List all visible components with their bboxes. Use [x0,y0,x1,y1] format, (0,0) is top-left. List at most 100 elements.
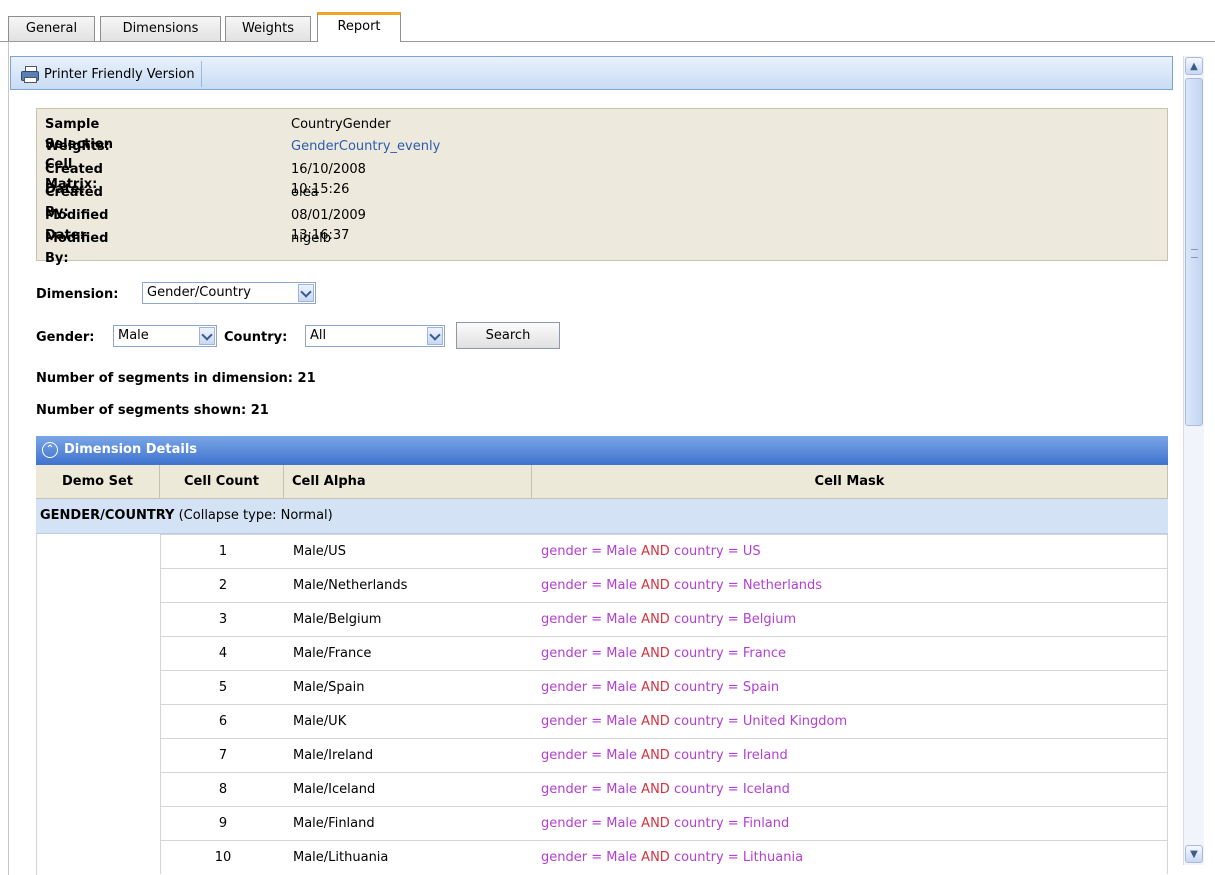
sample-selection-value: CountryGender [291,117,391,132]
dimension-details-header[interactable]: ⌃ Dimension Details [36,436,1168,465]
gender-select[interactable]: Male [113,325,217,347]
printer-friendly-button[interactable]: Printer Friendly Version [17,61,202,87]
modified-by-value: nigelb [291,231,331,246]
dimension-select[interactable]: Gender/Country [142,282,316,304]
cell-mask: gender = Male AND country = Spain [541,671,779,704]
cell-mask: gender = Male AND country = Netherlands [541,569,822,602]
chevron-down-icon [298,284,314,302]
tab-dimensions[interactable]: Dimensions [100,16,221,41]
mask-gender: gender = Male [541,544,642,559]
gender-label: Gender: [36,330,95,345]
mask-gender: gender = Male [541,850,642,865]
dimension-details-title: Dimension Details [64,442,198,457]
mask-country: country = Ireland [669,748,788,763]
cell-mask: gender = Male AND country = US [541,535,761,568]
cell-alpha: Male/Iceland [293,782,376,797]
report-toolbar: Printer Friendly Version [10,56,1173,90]
scroll-thumb[interactable] [1185,78,1203,426]
chevron-down-icon [427,327,443,345]
mask-country: country = US [669,544,761,559]
mask-gender: gender = Male [541,748,642,763]
vertical-scrollbar[interactable]: ▲ ▼ [1183,56,1204,865]
chevron-down-icon: ▼ [1190,848,1198,860]
cell-count: 1 [218,544,228,559]
printer-friendly-label: Printer Friendly Version [44,66,195,82]
cell-alpha: Male/Belgium [293,612,382,627]
mask-country: country = Lithuania [669,850,804,865]
cell-count: 3 [218,612,228,627]
table-row: 2 Male/Netherlands gender = Male AND cou… [160,568,1168,602]
column-cell-count[interactable]: Cell Count [160,465,284,499]
tab-bar: General Dimensions Weights Report [0,0,1215,42]
scroll-up-button[interactable]: ▲ [1185,57,1203,75]
mask-gender: gender = Male [541,578,642,593]
column-cell-alpha[interactable]: Cell Alpha [284,465,532,499]
chevron-down-icon [199,327,215,345]
mask-and: AND [641,816,670,831]
gender-select-value: Male [118,328,149,343]
cell-count: 9 [218,816,228,831]
mask-country: country = France [669,646,787,661]
cell-count: 6 [218,714,228,729]
table-row: 6 Male/UK gender = Male AND country = Un… [160,704,1168,738]
mask-and: AND [641,646,670,661]
weights-label: Weights: [45,139,110,154]
chevron-up-icon: ▲ [1190,60,1198,72]
cell-mask: gender = Male AND country = United Kingd… [541,705,847,738]
cell-alpha: Male/Ireland [293,748,374,763]
mask-country: country = Netherlands [669,578,823,593]
table-row: 4 Male/France gender = Male AND country … [160,636,1168,670]
segments-shown: Number of segments shown: 21 [36,403,269,418]
grip-icon [1191,249,1198,258]
country-select[interactable]: All [305,325,445,347]
cell-alpha: Male/UK [293,714,347,729]
mask-country: country = Finland [669,816,790,831]
mask-and: AND [641,578,670,593]
tab-weights[interactable]: Weights [225,16,311,41]
search-button[interactable]: Search [456,322,560,349]
dimension-label: Dimension: [36,287,119,302]
modified-by-label: Modified By: [45,231,109,266]
collapse-icon[interactable]: ⌃ [42,442,58,458]
table-row: 10 Male/Lithuania gender = Male AND coun… [160,840,1168,874]
cell-count: 4 [218,646,228,661]
table-row: 7 Male/Ireland gender = Male AND country… [160,738,1168,772]
group-row-gender-country: GENDER/COUNTRY (Collapse type: Normal) [36,499,1168,534]
mask-gender: gender = Male [541,646,642,661]
cell-alpha: Male/Lithuania [293,850,389,865]
mask-gender: gender = Male [541,782,642,797]
cell-mask: gender = Male AND country = Ireland [541,739,788,772]
group-note: (Collapse type: Normal) [178,508,333,523]
cell-alpha: Male/Netherlands [293,578,408,593]
created-by-value: olea [291,185,319,200]
tab-report[interactable]: Report [317,12,401,42]
table-row: 5 Male/Spain gender = Male AND country =… [160,670,1168,704]
printer-icon [21,66,39,83]
cell-count: 10 [214,850,232,865]
mask-and: AND [641,850,670,865]
cell-alpha: Male/Spain [293,680,365,695]
table-row: 1 Male/US gender = Male AND country = US [160,534,1168,568]
column-demo-set[interactable]: Demo Set [36,465,160,499]
table-row: 3 Male/Belgium gender = Male AND country… [160,602,1168,636]
cell-alpha: Male/Finland [293,816,375,831]
column-cell-mask[interactable]: Cell Mask [532,465,1168,499]
cell-count: 2 [218,578,228,593]
cell-mask: gender = Male AND country = Lithuania [541,841,803,874]
country-select-value: All [310,328,327,343]
mask-gender: gender = Male [541,612,642,627]
weights-link[interactable]: GenderCountry_evenly [291,137,440,157]
cell-alpha: Male/France [293,646,372,661]
mask-and: AND [641,714,670,729]
scroll-down-button[interactable]: ▼ [1185,845,1203,863]
mask-gender: gender = Male [541,714,642,729]
table-row: 8 Male/Iceland gender = Male AND country… [160,772,1168,806]
cell-count: 8 [218,782,228,797]
tab-general[interactable]: General [8,16,95,41]
country-label: Country: [224,330,288,345]
cell-count: 7 [218,748,228,763]
matrix-info-box: Sample Selection Cell Matrix: CountryGen… [36,108,1168,266]
cell-alpha: Male/US [293,544,346,559]
cell-mask: gender = Male AND country = Finland [541,807,789,840]
mask-country: country = Iceland [669,782,790,797]
